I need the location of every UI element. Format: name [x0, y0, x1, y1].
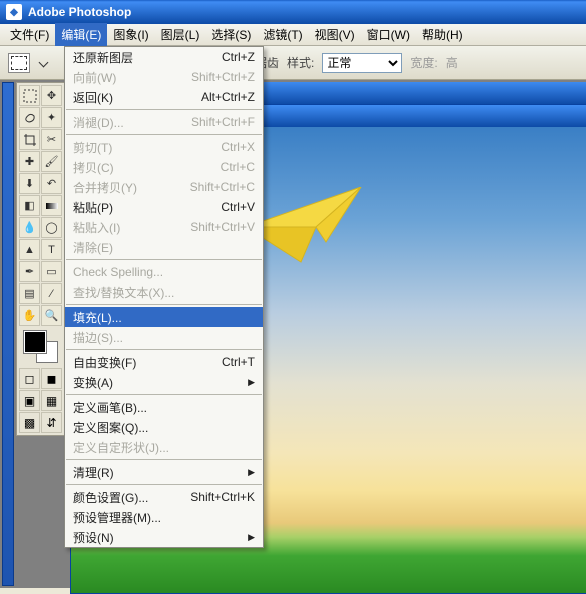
- notes-tool[interactable]: ▤: [19, 283, 40, 304]
- crop-tool[interactable]: [19, 129, 40, 150]
- menu-paste[interactable]: 粘贴(P)Ctrl+V: [65, 197, 263, 217]
- dodge-tool[interactable]: ◯: [41, 217, 62, 238]
- app-logo-icon: ◆: [6, 4, 22, 20]
- slice-tool[interactable]: ✂: [41, 129, 62, 150]
- current-tool-icon[interactable]: [8, 53, 30, 73]
- menu-fade[interactable]: 消褪(D)...Shift+Ctrl+F: [65, 112, 263, 132]
- menu-window[interactable]: 窗口(W): [361, 23, 416, 46]
- move-tool[interactable]: ✥: [41, 85, 62, 106]
- toolbox: ✥ ✦ ✂ ✚ 🖌 ⬇ ↶ ◧ 💧 ◯ ▲ T ✒ ▭ ▤ ⁄ ✋ 🔍 ◻ ◼ …: [16, 82, 66, 436]
- paper-plane-graphic: [246, 187, 366, 267]
- menu-filter[interactable]: 滤镜(T): [257, 23, 308, 46]
- screen-mode-1[interactable]: ▣: [19, 390, 40, 411]
- path-select-tool[interactable]: ▲: [19, 239, 40, 260]
- window-titlebar: ◆ Adobe Photoshop: [0, 0, 586, 24]
- hand-tool[interactable]: ✋: [19, 305, 40, 326]
- zoom-tool[interactable]: 🔍: [41, 305, 62, 326]
- menu-transform[interactable]: 变换(A)▶: [65, 372, 263, 392]
- menu-free-transform[interactable]: 自由变换(F)Ctrl+T: [65, 352, 263, 372]
- menu-clear[interactable]: 清除(E): [65, 237, 263, 257]
- menu-preset-manager[interactable]: 预设管理器(M)...: [65, 507, 263, 527]
- eraser-tool[interactable]: ◧: [19, 195, 40, 216]
- menu-presets[interactable]: 预设(N)▶: [65, 527, 263, 547]
- separator: [66, 134, 262, 135]
- foreground-color[interactable]: [24, 331, 46, 353]
- menu-copy-merged[interactable]: 合并拷贝(Y)Shift+Ctrl+C: [65, 177, 263, 197]
- eyedropper-tool[interactable]: ⁄: [41, 283, 62, 304]
- menubar: 文件(F) 编辑(E) 图象(I) 图层(L) 选择(S) 滤镜(T) 视图(V…: [0, 24, 586, 46]
- menu-edit[interactable]: 编辑(E): [55, 23, 107, 46]
- jump-to[interactable]: ⇵: [41, 412, 62, 433]
- submenu-arrow-icon: ▶: [248, 377, 255, 388]
- type-tool[interactable]: T: [41, 239, 62, 260]
- menu-define-brush[interactable]: 定义画笔(B)...: [65, 397, 263, 417]
- tool-dropdown-icon[interactable]: [39, 58, 49, 68]
- menu-step-forward[interactable]: 向前(W)Shift+Ctrl+Z: [65, 67, 263, 87]
- width-label: 宽度:: [410, 54, 437, 71]
- gradient-tool[interactable]: [41, 195, 62, 216]
- menu-paste-into[interactable]: 粘贴入(I)Shift+Ctrl+V: [65, 217, 263, 237]
- separator: [66, 484, 262, 485]
- menu-file[interactable]: 文件(F): [4, 23, 55, 46]
- edit-menu-dropdown: 还原新图层Ctrl+Z 向前(W)Shift+Ctrl+Z 返回(K)Alt+C…: [64, 46, 264, 548]
- menu-view[interactable]: 视图(V): [309, 23, 361, 46]
- menu-color-settings[interactable]: 颜色设置(G)...Shift+Ctrl+K: [65, 487, 263, 507]
- menu-cut[interactable]: 剪切(T)Ctrl+X: [65, 137, 263, 157]
- menu-find-replace[interactable]: 查找/替换文本(X)...: [65, 282, 263, 302]
- separator: [66, 259, 262, 260]
- marquee-tool[interactable]: [19, 85, 40, 106]
- blur-tool[interactable]: 💧: [19, 217, 40, 238]
- stamp-tool[interactable]: ⬇: [19, 173, 40, 194]
- separator: [66, 394, 262, 395]
- standard-mode[interactable]: ◻: [19, 368, 40, 389]
- menu-stroke[interactable]: 描边(S)...: [65, 327, 263, 347]
- menu-copy[interactable]: 拷贝(C)Ctrl+C: [65, 157, 263, 177]
- submenu-arrow-icon: ▶: [248, 532, 255, 543]
- separator: [66, 304, 262, 305]
- separator: [66, 109, 262, 110]
- history-brush-tool[interactable]: ↶: [41, 173, 62, 194]
- heal-tool[interactable]: ✚: [19, 151, 40, 172]
- menu-undo[interactable]: 还原新图层Ctrl+Z: [65, 47, 263, 67]
- style-label: 样式:: [287, 54, 314, 71]
- menu-define-shape[interactable]: 定义自定形状(J)...: [65, 437, 263, 457]
- style-select[interactable]: 正常: [322, 53, 402, 73]
- shape-tool[interactable]: ▭: [41, 261, 62, 282]
- quickmask-mode[interactable]: ◼: [41, 368, 62, 389]
- menu-purge[interactable]: 清理(R)▶: [65, 462, 263, 482]
- menu-help[interactable]: 帮助(H): [416, 23, 469, 46]
- screen-mode-2[interactable]: ▦: [41, 390, 62, 411]
- color-swatches[interactable]: [19, 327, 63, 367]
- separator: [66, 459, 262, 460]
- menu-check-spelling[interactable]: Check Spelling...: [65, 262, 263, 282]
- palette-well[interactable]: [2, 82, 14, 586]
- submenu-arrow-icon: ▶: [248, 467, 255, 478]
- app-title: Adobe Photoshop: [28, 5, 131, 19]
- brush-tool[interactable]: 🖌: [41, 151, 62, 172]
- menu-fill[interactable]: 填充(L)...: [65, 307, 263, 327]
- menu-step-backward[interactable]: 返回(K)Alt+Ctrl+Z: [65, 87, 263, 107]
- screen-mode-3[interactable]: ▩: [19, 412, 40, 433]
- pen-tool[interactable]: ✒: [19, 261, 40, 282]
- height-label-partial: 高: [446, 54, 458, 71]
- wand-tool[interactable]: ✦: [41, 107, 62, 128]
- menu-image[interactable]: 图象(I): [107, 23, 154, 46]
- menu-layer[interactable]: 图层(L): [155, 23, 206, 46]
- lasso-tool[interactable]: [19, 107, 40, 128]
- separator: [66, 349, 262, 350]
- menu-define-pattern[interactable]: 定义图案(Q)...: [65, 417, 263, 437]
- menu-select[interactable]: 选择(S): [205, 23, 257, 46]
